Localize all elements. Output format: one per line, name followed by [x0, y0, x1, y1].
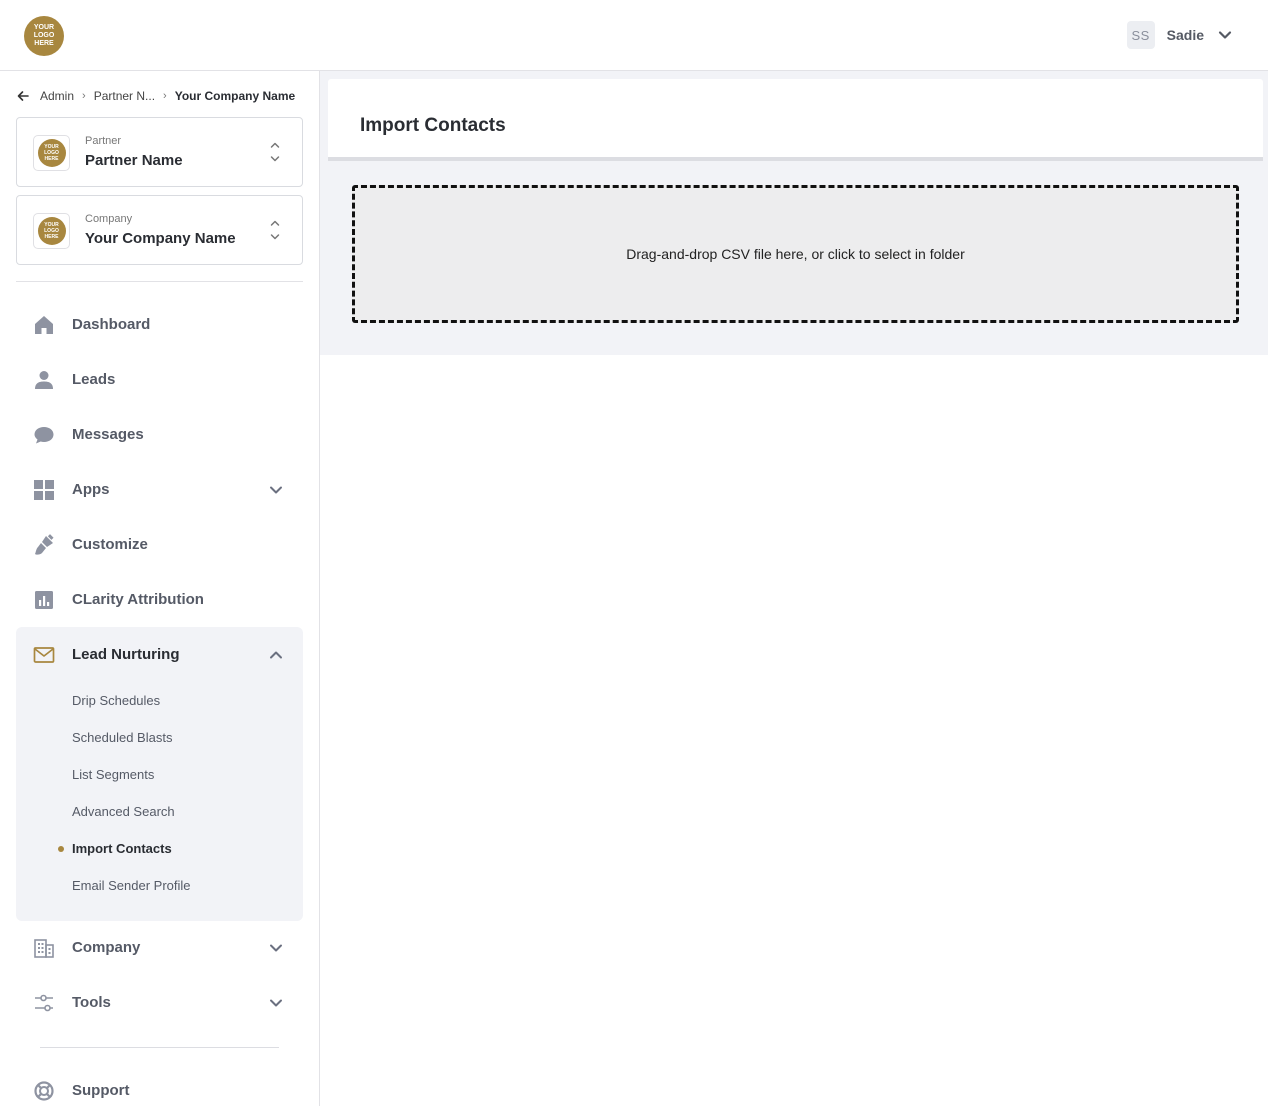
bar-chart-icon — [33, 589, 55, 611]
envelope-icon — [33, 644, 55, 666]
sliders-icon — [33, 992, 55, 1014]
sidebar-item-label: CLarity Attribution — [72, 591, 204, 608]
submenu-advanced-search[interactable]: Advanced Search — [72, 804, 175, 819]
sidebar-item-tools[interactable]: Tools — [16, 975, 303, 1030]
submenu-import-contacts[interactable]: Import Contacts — [72, 841, 172, 856]
chat-bubble-icon — [33, 424, 55, 446]
company-selector[interactable]: YOUR LOGO HERE Company Your Company Name — [16, 195, 303, 265]
submenu-scheduled-blasts[interactable]: Scheduled Blasts — [72, 730, 172, 745]
grid-icon — [33, 479, 55, 501]
lifebuoy-icon — [33, 1080, 55, 1102]
sidebar-item-leads[interactable]: Leads — [16, 352, 303, 407]
breadcrumb-partner[interactable]: Partner N... — [94, 89, 155, 103]
sidebar-item-customize[interactable]: Customize — [16, 517, 303, 572]
sidebar-item-lead-nurturing[interactable]: Lead Nurturing — [16, 627, 303, 682]
chevron-up-icon[interactable] — [269, 648, 283, 662]
sidebar-item-label: Apps — [72, 481, 110, 498]
partner-name: Partner Name — [85, 152, 183, 169]
company-logo-thumb: YOUR LOGO HERE — [33, 213, 70, 249]
sidebar-item-label: Customize — [72, 536, 148, 553]
paintbrush-icon — [33, 534, 55, 556]
submenu-list-segments[interactable]: List Segments — [72, 767, 154, 782]
company-label: Company — [85, 213, 133, 225]
sidebar-item-label: Lead Nurturing — [72, 646, 180, 663]
active-indicator-dot — [58, 846, 64, 852]
sidebar-item-label: Leads — [72, 371, 116, 388]
user-name[interactable]: Sadie — [1167, 27, 1204, 43]
breadcrumb-company: Your Company Name — [174, 89, 296, 103]
chevron-down-icon[interactable] — [269, 483, 283, 497]
back-arrow-icon[interactable] — [16, 89, 30, 103]
partner-logo: YOUR LOGO HERE — [33, 135, 70, 171]
sidebar-divider — [40, 1047, 279, 1048]
dropzone-instructions: Drag-and-drop CSV file here, or click to… — [626, 246, 965, 262]
sidebar-item-label: Tools — [72, 994, 111, 1011]
person-icon — [33, 369, 55, 391]
company-logo[interactable]: YOUR LOGO HERE — [24, 16, 64, 56]
page-header-card: Import Contacts — [328, 79, 1263, 161]
sidebar-item-company[interactable]: Company — [16, 920, 303, 975]
chevron-down-icon[interactable] — [269, 996, 283, 1010]
user-menu[interactable]: SS Sadie — [1126, 21, 1232, 49]
home-icon — [33, 314, 55, 336]
sidebar-item-apps[interactable]: Apps — [16, 462, 303, 517]
sidebar-divider — [16, 281, 303, 282]
building-icon — [33, 937, 55, 959]
sidebar-item-label: Dashboard — [72, 316, 151, 333]
sidebar-item-label: Support — [72, 1082, 130, 1099]
chevron-up-down-icon[interactable] — [270, 141, 280, 163]
partner-logo-mark: YOUR LOGO HERE — [37, 139, 66, 167]
top-bar: YOUR LOGO HERE SS Sadie — [0, 0, 1268, 71]
chevron-up-down-icon[interactable] — [270, 219, 280, 241]
breadcrumb: Admin › Partner N... › Your Company Name — [16, 88, 295, 104]
partner-label: Partner — [85, 135, 122, 147]
sidebar-item-dashboard[interactable]: Dashboard — [16, 297, 303, 352]
breadcrumb-separator: › — [163, 90, 167, 102]
sidebar-item-messages[interactable]: Messages — [16, 407, 303, 462]
page-title: Import Contacts — [360, 115, 506, 136]
main-content: Import Contacts Drag-and-drop CSV file h… — [320, 71, 1268, 1106]
company-name: Your Company Name — [85, 230, 236, 247]
sidebar-item-support[interactable]: Support — [16, 1063, 303, 1118]
company-logo-mark: YOUR LOGO HERE — [37, 217, 66, 245]
chevron-down-icon[interactable] — [1218, 28, 1232, 42]
breadcrumb-separator: › — [82, 90, 86, 102]
submenu-email-sender-profile[interactable]: Email Sender Profile — [72, 878, 191, 893]
chevron-down-icon[interactable] — [269, 941, 283, 955]
sidebar: Admin › Partner N... › Your Company Name… — [0, 71, 320, 1106]
lead-nurturing-panel: Lead Nurturing Drip Schedules Scheduled … — [16, 627, 303, 921]
csv-dropzone[interactable]: Drag-and-drop CSV file here, or click to… — [352, 185, 1239, 323]
sidebar-item-clarity-attribution[interactable]: CLarity Attribution — [16, 572, 303, 627]
avatar[interactable]: SS — [1126, 21, 1155, 49]
breadcrumb-admin[interactable]: Admin — [40, 89, 74, 103]
partner-selector[interactable]: YOUR LOGO HERE Partner Partner Name — [16, 117, 303, 187]
sidebar-item-label: Company — [72, 939, 141, 956]
sidebar-item-label: Messages — [72, 426, 144, 443]
submenu-drip-schedules[interactable]: Drip Schedules — [72, 693, 160, 708]
